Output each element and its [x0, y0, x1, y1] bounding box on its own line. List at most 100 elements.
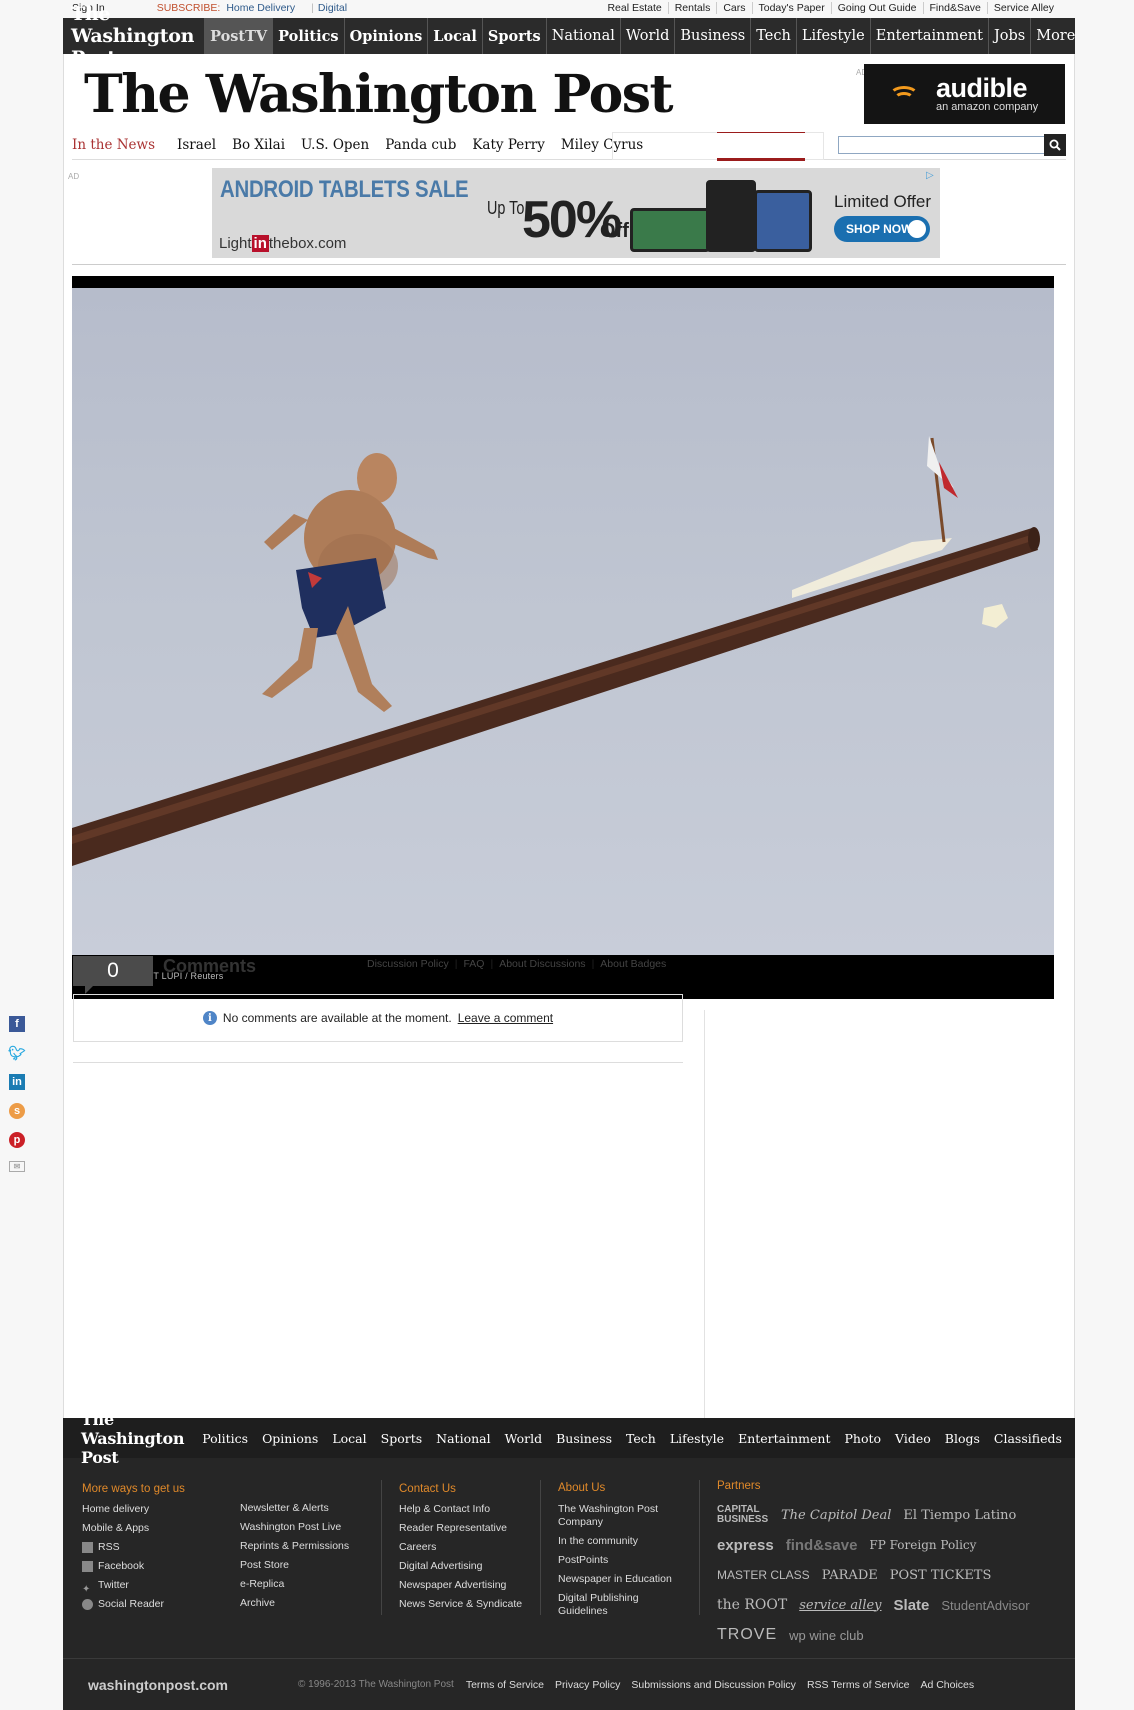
faq-link[interactable]: FAQ [463, 958, 484, 970]
partner-logo[interactable]: find&save [786, 1537, 858, 1554]
nav-item-national[interactable]: National [547, 18, 621, 54]
linkedin-icon[interactable]: in [9, 1074, 25, 1090]
footer-nav-item[interactable]: Entertainment [738, 1431, 830, 1446]
util-link-rentals[interactable]: Rentals [667, 2, 717, 14]
banner-ad[interactable]: ANDROID TABLETS SALE Light in thebox.com U… [212, 168, 940, 258]
news-topic[interactable]: Katy Perry [472, 137, 544, 153]
nav-item-tech[interactable]: Tech [751, 18, 797, 54]
util-link-todays-paper[interactable]: Today's Paper [751, 2, 831, 14]
footer-nav-item[interactable]: Local [332, 1431, 366, 1446]
search-button[interactable] [1044, 134, 1066, 156]
footer-link[interactable]: Home delivery [82, 1500, 185, 1519]
partner-logo[interactable]: POST TICKETS [890, 1568, 992, 1583]
footer-bottom-link[interactable]: Ad Choices [920, 1679, 974, 1691]
footer-link[interactable]: Reader Representative [399, 1519, 522, 1538]
footer-nav-item[interactable]: World [505, 1431, 543, 1446]
partner-logo[interactable]: StudentAdvisor [941, 1598, 1029, 1613]
footer-link[interactable]: Social Reader [82, 1595, 185, 1614]
footer-link[interactable]: Mobile & Apps [82, 1519, 185, 1538]
nav-item-business[interactable]: Business [675, 18, 752, 54]
footer-nav-item[interactable]: Lifestyle [670, 1431, 724, 1446]
stumbleupon-icon[interactable]: s [9, 1103, 25, 1119]
partner-logo[interactable]: The Capitol Deal [781, 1508, 891, 1523]
util-link-going-out-guide[interactable]: Going Out Guide [830, 2, 923, 14]
footer-nav-item[interactable]: Blogs [945, 1431, 980, 1446]
about-discussions-link[interactable]: About Discussions [499, 958, 585, 970]
partner-logo[interactable]: the ROOT [717, 1597, 787, 1613]
footer-brand-logo[interactable]: The Washington Post [81, 1410, 184, 1467]
footer-bottom-link[interactable]: Submissions and Discussion Policy [631, 1679, 796, 1691]
partner-logo[interactable]: express [717, 1537, 774, 1554]
footer-nav-item[interactable]: Opinions [262, 1431, 318, 1446]
news-topic[interactable]: Israel [177, 137, 216, 153]
facebook-icon[interactable]: f [9, 1016, 25, 1032]
partner-logo[interactable]: PARADE [822, 1568, 878, 1583]
util-link-find-save[interactable]: Find&Save [922, 2, 987, 14]
footer-link[interactable]: The Washington Post Company [558, 1503, 676, 1529]
footer-nav-item[interactable]: Sports [381, 1431, 423, 1446]
digital-link[interactable]: Digital [318, 2, 347, 14]
footer-nav-item[interactable]: Classifieds [994, 1431, 1062, 1446]
footer-link[interactable]: Digital Advertising [399, 1557, 522, 1576]
footer-nav-item[interactable]: Tech [626, 1431, 656, 1446]
partner-logo[interactable]: TROVE [717, 1626, 777, 1644]
partner-logo[interactable]: MASTER CLASS [717, 1568, 810, 1582]
footer-link[interactable]: PostPoints [558, 1554, 676, 1567]
footer-link[interactable]: RSS [82, 1538, 185, 1557]
discussion-policy-link[interactable]: Discussion Policy [367, 958, 449, 970]
nav-item-opinions[interactable]: Opinions [345, 18, 429, 54]
footer-link[interactable]: News Service & Syndicate [399, 1595, 522, 1614]
footer-nav-item[interactable]: National [436, 1431, 490, 1446]
news-topic[interactable]: Bo Xilai [232, 137, 285, 153]
footer-link[interactable]: Careers [399, 1538, 522, 1557]
footer-link[interactable]: In the community [558, 1535, 676, 1548]
footer-link[interactable]: Newsletter & Alerts [240, 1499, 349, 1518]
footer-link[interactable]: Newspaper Advertising [399, 1576, 522, 1595]
pinterest-icon[interactable]: p [9, 1132, 25, 1148]
main-photo[interactable] [72, 288, 1054, 955]
nav-item-posttv[interactable]: PostTV [205, 18, 274, 54]
footer-bottom-link[interactable]: Terms of Service [466, 1679, 544, 1691]
footer-link[interactable]: e-Replica [240, 1575, 349, 1594]
partner-logo[interactable]: service alley [799, 1598, 881, 1613]
nav-item-more[interactable]: More [1031, 18, 1080, 54]
nav-item-lifestyle[interactable]: Lifestyle [797, 18, 871, 54]
footer-link[interactable]: Digital Publishing Guidelines [558, 1592, 676, 1618]
site-name[interactable]: washingtonpost.com [88, 1677, 228, 1693]
audible-ad[interactable]: audible an amazon company [864, 64, 1065, 124]
shop-now-button[interactable]: SHOP NOW [834, 216, 930, 242]
partner-logo[interactable]: Slate [894, 1597, 930, 1614]
email-icon[interactable]: ✉ [9, 1161, 25, 1172]
news-topic[interactable]: U.S. Open [301, 137, 369, 153]
nav-item-sports[interactable]: Sports [483, 18, 547, 54]
about-badges-link[interactable]: About Badges [600, 958, 666, 970]
footer-nav-item[interactable]: Politics [202, 1431, 248, 1446]
nav-item-world[interactable]: World [621, 18, 676, 54]
footer-nav-item[interactable]: Photo [845, 1431, 882, 1446]
partner-logo[interactable]: CAPITAL BUSINESS [717, 1505, 769, 1525]
leave-comment-link[interactable]: Leave a comment [458, 1011, 553, 1025]
util-link-cars[interactable]: Cars [716, 2, 751, 14]
footer-bottom-link[interactable]: RSS Terms of Service [807, 1679, 910, 1691]
util-link-real-estate[interactable]: Real Estate [601, 2, 667, 14]
home-delivery-link[interactable]: Home Delivery [226, 2, 295, 14]
masthead-logo[interactable]: The Washington Post [84, 64, 674, 125]
footer-link[interactable]: Washington Post Live [240, 1518, 349, 1537]
adchoices-icon[interactable]: ▷ [926, 170, 938, 182]
partner-logo[interactable]: FP Foreign Policy [869, 1538, 976, 1552]
footer-link[interactable]: Archive [240, 1594, 349, 1613]
footer-link[interactable]: Reprints & Permissions [240, 1537, 349, 1556]
footer-link[interactable]: Post Store [240, 1556, 349, 1575]
footer-link[interactable]: Help & Contact Info [399, 1500, 522, 1519]
nav-item-jobs[interactable]: Jobs [989, 18, 1032, 54]
footer-nav-item[interactable]: Video [895, 1431, 931, 1446]
footer-link[interactable]: ✦ Twitter [82, 1576, 185, 1595]
footer-bottom-link[interactable]: Privacy Policy [555, 1679, 620, 1691]
partner-logo[interactable]: wp wine club [789, 1628, 863, 1643]
nav-item-politics[interactable]: Politics [273, 18, 345, 54]
nav-item-entertainment[interactable]: Entertainment [871, 18, 989, 54]
footer-link[interactable]: Facebook [82, 1557, 185, 1576]
search-input[interactable] [838, 136, 1050, 154]
partner-logo[interactable]: El Tiempo Latino [903, 1508, 1016, 1523]
footer-link[interactable]: Newspaper in Education [558, 1573, 676, 1586]
